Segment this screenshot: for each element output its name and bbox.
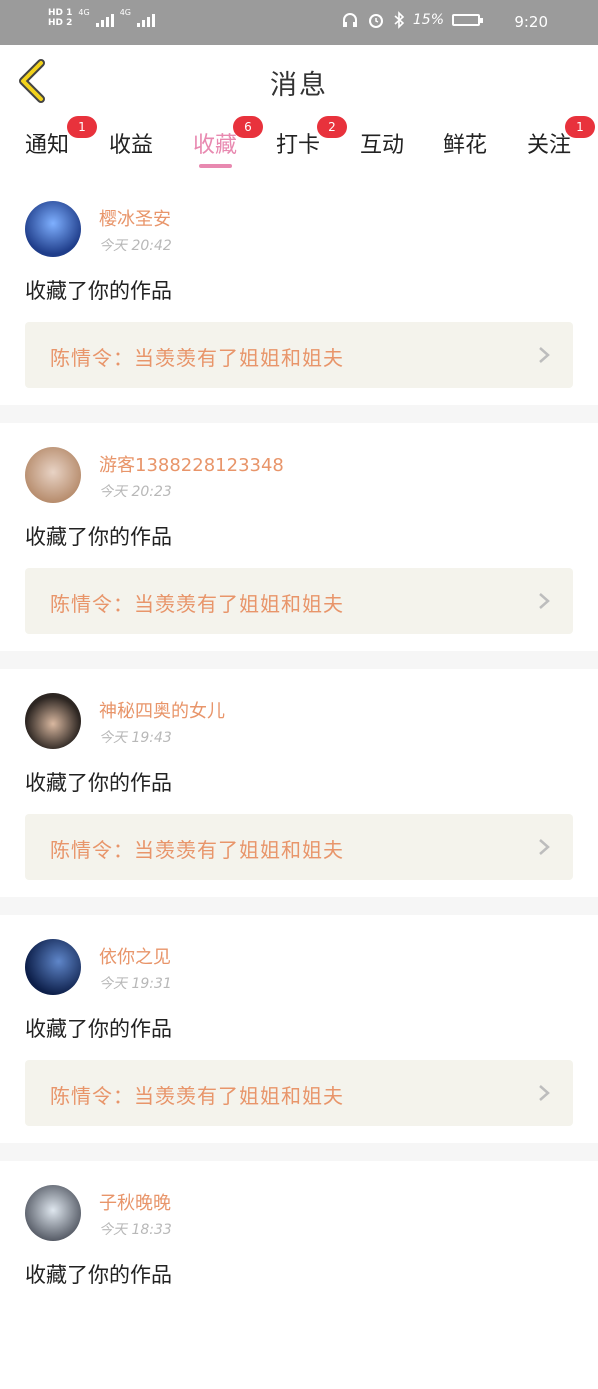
- status-icons: 15%: [341, 11, 483, 29]
- work-link[interactable]: 陈情令：当羡羡有了姐姐和姐夫: [25, 1060, 573, 1126]
- avatar[interactable]: [25, 447, 81, 503]
- avatar[interactable]: [25, 939, 81, 995]
- clock: 9:20: [514, 13, 548, 31]
- page-title: 消息: [270, 70, 328, 101]
- tab-badge: 1: [67, 116, 97, 138]
- tab-label: 收益: [109, 133, 154, 158]
- signal-group: HD 1 HD 2 4G 4G: [48, 8, 155, 28]
- work-title: 陈情令：当羡羡有了姐姐和姐夫: [50, 592, 344, 616]
- action-text: 收藏了你的作品: [25, 525, 172, 549]
- action-text: 收藏了你的作品: [25, 279, 172, 303]
- tab-favorites[interactable]: 收藏 6: [193, 116, 263, 159]
- active-tab-indicator: [199, 164, 232, 168]
- network-type-1: 4G: [78, 7, 90, 17]
- tab-badge: 2: [317, 116, 347, 138]
- timestamp: 今天 19:31: [99, 976, 172, 992]
- action-text: 收藏了你的作品: [25, 1263, 172, 1287]
- timestamp: 今天 20:23: [99, 484, 172, 500]
- tab-flowers[interactable]: 鲜花: [443, 127, 487, 159]
- tab-badge: 6: [233, 116, 263, 138]
- timestamp: 今天 20:42: [99, 238, 172, 254]
- work-link[interactable]: 陈情令：当羡羡有了姐姐和姐夫: [25, 568, 573, 634]
- avatar[interactable]: [25, 693, 81, 749]
- network-type-2: 4G: [119, 7, 131, 17]
- avatar[interactable]: [25, 201, 81, 257]
- tab-label: 通知: [25, 133, 70, 158]
- username-link[interactable]: 神秘四奥的女儿: [99, 697, 225, 723]
- status-bar: HD 1 HD 2 4G 4G 15% 9:20: [0, 0, 598, 45]
- tab-label: 收藏: [193, 133, 238, 158]
- tab-bar: 通知 1 收益 收藏 6 打卡 2 互动 鲜花 关注 1: [0, 116, 598, 177]
- username-link[interactable]: 子秋晚晚: [99, 1189, 171, 1215]
- avatar[interactable]: [25, 1185, 81, 1241]
- notification-list: 樱冰圣安 今天 20:42 收藏了你的作品 陈情令：当羡羡有了姐姐和姐夫 游客1…: [0, 177, 598, 1389]
- work-title: 陈情令：当羡羡有了姐姐和姐夫: [50, 1084, 344, 1108]
- timestamp: 今天 18:33: [99, 1222, 172, 1238]
- work-title: 陈情令：当羡羡有了姐姐和姐夫: [50, 346, 344, 370]
- headphones-icon: [342, 13, 357, 27]
- divider: [0, 405, 598, 423]
- hd2-label: HD 2: [48, 18, 73, 28]
- hd-indicators: HD 1 HD 2: [48, 8, 72, 28]
- tab-label: 鲜花: [443, 133, 488, 158]
- list-item: 游客1388228123348 今天 20:23 收藏了你的作品 陈情令：当羡羡…: [0, 423, 598, 651]
- action-text: 收藏了你的作品: [25, 771, 172, 795]
- alarm-icon: [368, 14, 383, 28]
- chevron-right-icon: [539, 593, 550, 609]
- top-app-bar: 消息: [0, 45, 598, 118]
- chevron-right-icon: [539, 1085, 550, 1101]
- tab-label: 关注: [527, 133, 572, 158]
- divider: [0, 1143, 598, 1161]
- tab-badge: 1: [565, 116, 595, 138]
- battery-percent: 15%: [412, 12, 444, 28]
- tab-interaction[interactable]: 互动: [360, 127, 404, 159]
- bluetooth-icon: [394, 11, 405, 29]
- tab-checkin[interactable]: 打卡 2: [276, 116, 347, 159]
- work-title: 陈情令：当羡羡有了姐姐和姐夫: [50, 838, 344, 862]
- tab-notice[interactable]: 通知 1: [25, 116, 97, 159]
- tab-label: 打卡: [276, 133, 321, 158]
- username-link[interactable]: 依你之见: [99, 943, 171, 969]
- work-link[interactable]: 陈情令：当羡羡有了姐姐和姐夫: [25, 322, 573, 388]
- battery-icon: [452, 14, 483, 26]
- chevron-right-icon: [539, 839, 550, 855]
- list-item: 樱冰圣安 今天 20:42 收藏了你的作品 陈情令：当羡羡有了姐姐和姐夫: [0, 177, 598, 405]
- username-link[interactable]: 游客1388228123348: [99, 451, 284, 477]
- divider: [0, 651, 598, 669]
- signal-icon-2: [137, 9, 155, 27]
- work-link[interactable]: 陈情令：当羡羡有了姐姐和姐夫: [25, 814, 573, 880]
- username-link[interactable]: 樱冰圣安: [99, 205, 171, 231]
- list-item: 子秋晚晚 今天 18:33 收藏了你的作品: [0, 1161, 598, 1389]
- tab-label: 互动: [360, 133, 405, 158]
- signal-icon: [95, 9, 114, 27]
- list-item: 神秘四奥的女儿 今天 19:43 收藏了你的作品 陈情令：当羡羡有了姐姐和姐夫: [0, 669, 598, 897]
- tab-earnings[interactable]: 收益: [109, 127, 153, 159]
- timestamp: 今天 19:43: [99, 730, 172, 746]
- tab-follow[interactable]: 关注 1: [527, 116, 595, 159]
- list-item: 依你之见 今天 19:31 收藏了你的作品 陈情令：当羡羡有了姐姐和姐夫: [0, 915, 598, 1143]
- chevron-right-icon: [539, 347, 550, 363]
- hd1-label: HD 1: [48, 8, 73, 18]
- action-text: 收藏了你的作品: [25, 1017, 172, 1041]
- divider: [0, 897, 598, 915]
